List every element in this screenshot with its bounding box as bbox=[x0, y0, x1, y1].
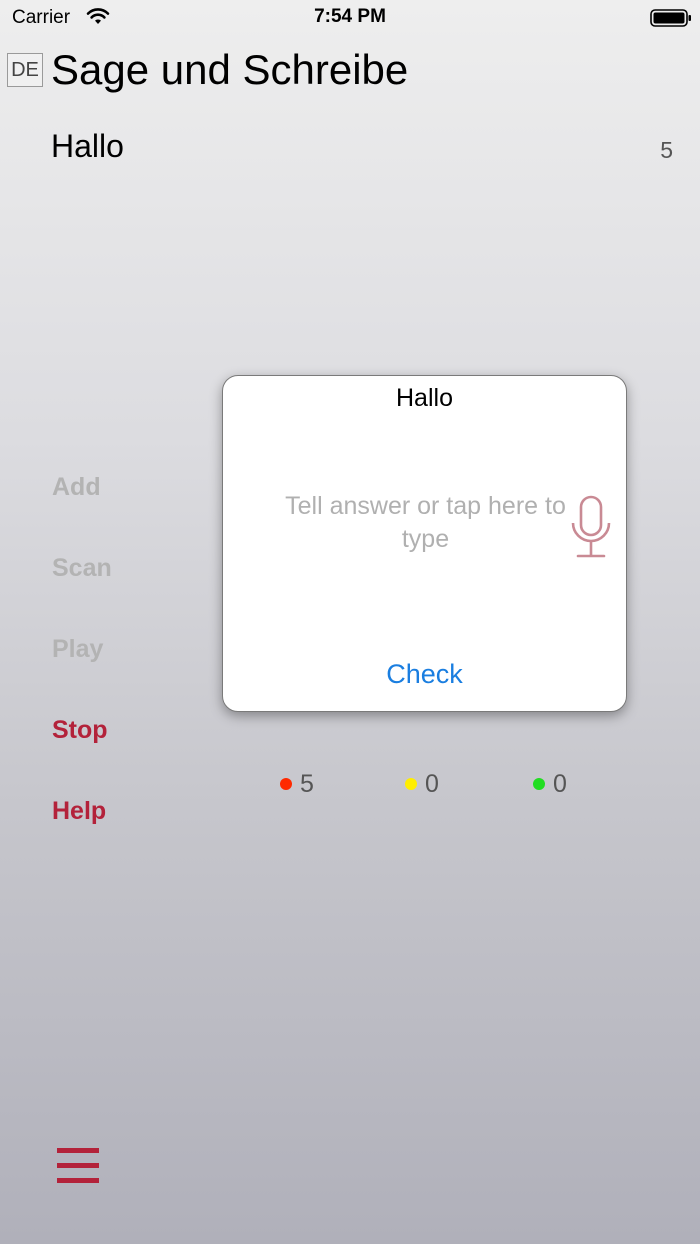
yellow-dot-icon bbox=[405, 778, 417, 790]
status-bar: Carrier 7:54 PM bbox=[0, 0, 700, 40]
red-dot-icon bbox=[280, 778, 292, 790]
answer-input[interactable]: Tell answer or tap here to type bbox=[278, 490, 573, 556]
menu-item-help[interactable]: Help bbox=[52, 797, 106, 826]
stat-yellow: 0 bbox=[405, 770, 439, 798]
stat-green-value: 0 bbox=[553, 769, 567, 798]
app-title: Sage und Schreibe bbox=[51, 46, 409, 93]
menu-item-stop[interactable]: Stop bbox=[52, 716, 108, 745]
menu-item-add[interactable]: Add bbox=[52, 473, 101, 502]
green-dot-icon bbox=[533, 778, 545, 790]
stat-red-value: 5 bbox=[300, 769, 314, 798]
answer-dialog: Hallo Tell answer or tap here to type Ch… bbox=[222, 375, 627, 712]
menu-item-play[interactable]: Play bbox=[52, 635, 103, 664]
battery-icon bbox=[650, 9, 691, 27]
clock: 7:54 PM bbox=[314, 6, 386, 27]
stat-green: 0 bbox=[533, 770, 567, 798]
dialog-title: Hallo bbox=[396, 384, 453, 412]
check-button[interactable]: Check bbox=[223, 659, 626, 690]
stat-yellow-value: 0 bbox=[425, 769, 439, 798]
hamburger-icon[interactable] bbox=[57, 1148, 99, 1184]
stat-red: 5 bbox=[280, 770, 314, 798]
microphone-icon[interactable] bbox=[569, 495, 613, 561]
current-word: Hallo bbox=[51, 128, 124, 164]
menu-item-scan[interactable]: Scan bbox=[52, 554, 112, 583]
word-count: 5 bbox=[660, 137, 673, 163]
language-badge[interactable]: DE bbox=[7, 53, 43, 87]
